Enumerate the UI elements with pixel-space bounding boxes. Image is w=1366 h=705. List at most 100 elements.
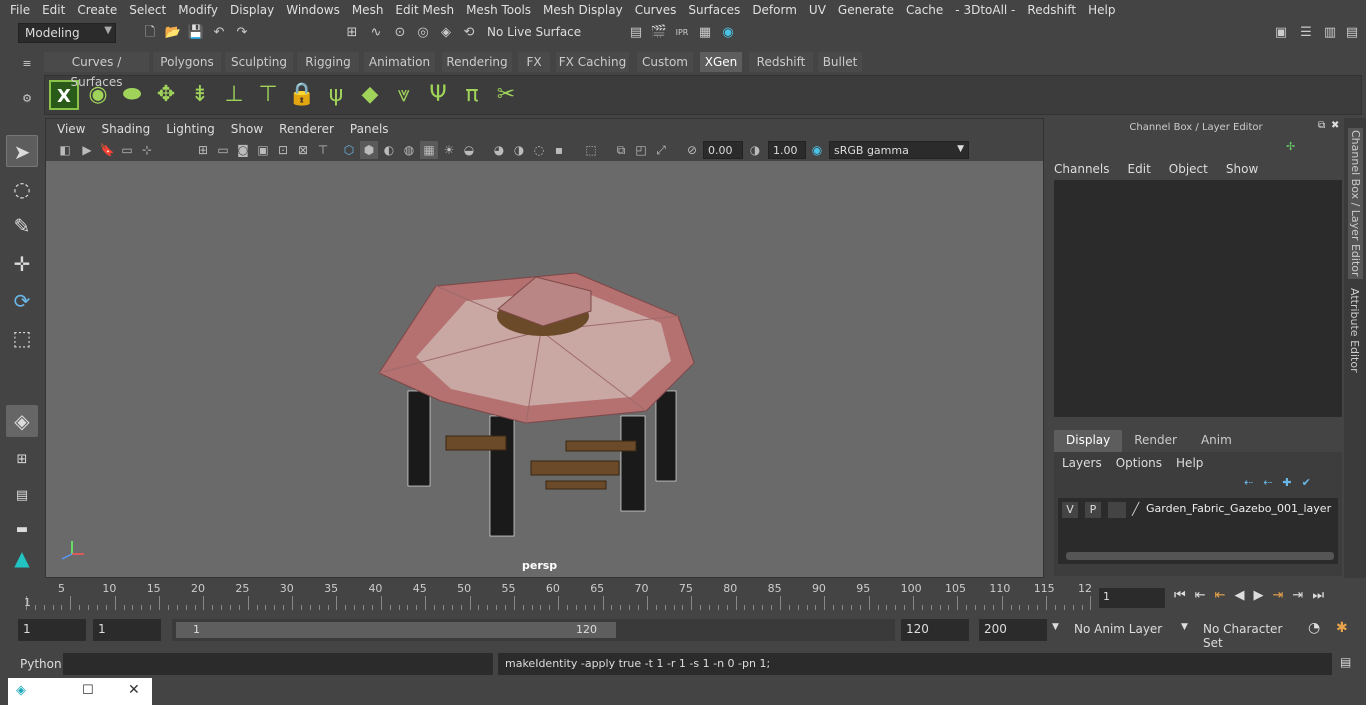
shelf-tab-fx-caching[interactable]: FX Caching [556, 52, 629, 72]
end-time-field[interactable]: 200 [979, 619, 1047, 641]
xgen-guide-shape-icon[interactable]: ψ [321, 80, 351, 110]
command-input[interactable] [63, 653, 493, 675]
select-tool-icon[interactable]: ➤ [6, 135, 38, 167]
range-slider[interactable]: 1 120 [172, 619, 895, 641]
exposure-icon[interactable]: ⊘ [683, 141, 701, 159]
anim-layer-dropdown[interactable]: No Anim Layer [1068, 619, 1176, 641]
attribute-editor-icon[interactable]: ☰ [1297, 24, 1315, 42]
xgen-density-icon[interactable]: ◆ [355, 80, 385, 110]
tab-render[interactable]: Render [1122, 430, 1189, 452]
exposure-field[interactable]: 0.00 [703, 141, 743, 159]
channel-menu-show[interactable]: Show [1226, 162, 1258, 176]
current-frame-field[interactable]: 1 [1099, 588, 1165, 608]
layer-name[interactable]: Garden_Fabric_Gazebo_001_layer [1146, 502, 1331, 515]
menu-item-mesh-tools[interactable]: Mesh Tools [460, 3, 537, 17]
menu-item-redshift[interactable]: Redshift [1021, 3, 1082, 17]
menu-item-select[interactable]: Select [123, 3, 172, 17]
render-settings-icon[interactable]: ▤ [627, 24, 645, 42]
layer-playback-toggle[interactable]: P [1085, 502, 1101, 518]
xgen-lock-guide-icon[interactable]: 🔒 [287, 80, 317, 110]
tab-display[interactable]: Display [1054, 430, 1123, 452]
shelf-tab-bullet[interactable]: Bullet [818, 52, 862, 72]
tab-anim[interactable]: Anim [1189, 430, 1244, 452]
shelf-tab-animation[interactable]: Animation [364, 52, 435, 72]
select-camera-icon[interactable]: ◧ [56, 141, 74, 159]
viewport-menu-show[interactable]: Show [223, 122, 271, 136]
xray-joints-icon[interactable]: ⧉ [612, 141, 630, 159]
move-tool-icon[interactable]: ✛ [6, 248, 38, 280]
bookmark-icon[interactable]: 🔖 [98, 141, 116, 159]
shadows-icon[interactable]: ☀ [440, 141, 458, 159]
hypershade-icon[interactable]: ◉ [719, 24, 737, 42]
multisample-icon[interactable]: ◑ [510, 141, 528, 159]
go-end-icon[interactable]: ⏭ [1312, 588, 1333, 603]
menu-item-generate[interactable]: Generate [832, 3, 900, 17]
shelf-tab-rendering[interactable]: Rendering [442, 52, 512, 72]
make-live-icon[interactable]: ⟲ [460, 24, 478, 42]
menu-item-windows[interactable]: Windows [280, 3, 346, 17]
menu-item-surfaces[interactable]: Surfaces [682, 3, 746, 17]
single-view-icon[interactable]: ◈ [6, 405, 38, 437]
layer-menu-layers[interactable]: Layers [1062, 456, 1102, 470]
xgen-bake-icon[interactable]: π [457, 80, 487, 110]
menu-item-mesh[interactable]: Mesh [346, 3, 390, 17]
frame-all-icon[interactable]: ⤢ [652, 141, 670, 159]
minimized-window[interactable]: ◈ ☐ ✕ [8, 678, 152, 705]
range-slider-handle[interactable] [176, 622, 616, 638]
menu-item-create[interactable]: Create [71, 3, 123, 17]
snap-point-icon[interactable]: ⊙ [391, 24, 409, 42]
render-view-icon[interactable]: ▦ [696, 24, 714, 42]
lasso-tool-icon[interactable]: ◌ [6, 173, 38, 205]
isolate-select-icon[interactable]: ▪ [550, 141, 568, 159]
layer-menu-help[interactable]: Help [1176, 456, 1203, 470]
chevron-down-icon[interactable]: ▼ [1181, 622, 1188, 632]
shelf-tab-custom[interactable]: Custom [637, 52, 693, 72]
xgen-groom-icon[interactable]: Ψ [423, 80, 453, 110]
channel-box-icon[interactable]: ▤ [1343, 24, 1361, 42]
manipulator-icon[interactable]: ✢ [1286, 140, 1295, 153]
viewport-menu-shading[interactable]: Shading [93, 122, 158, 136]
scale-tool-icon[interactable]: ⬚ [6, 322, 38, 354]
redo-icon[interactable]: ↷ [233, 24, 251, 42]
playback-start-field[interactable]: 1 [93, 619, 161, 641]
menu-item-cache[interactable]: Cache [900, 3, 949, 17]
rotate-tool-icon[interactable]: ⟳ [6, 285, 38, 317]
menu-item-display[interactable]: Display [224, 3, 280, 17]
chevron-down-icon[interactable]: ▼ [1052, 622, 1059, 632]
menu-item-modify[interactable]: Modify [172, 3, 224, 17]
menu-item-edit[interactable]: Edit [36, 3, 71, 17]
channel-menu-object[interactable]: Object [1169, 162, 1208, 176]
shelf-tab-polygons[interactable]: Polygons [153, 52, 221, 72]
layer-scrollbar[interactable] [1066, 552, 1334, 560]
gamma-icon[interactable]: ◑ [746, 141, 764, 159]
menu-item-edit-mesh[interactable]: Edit Mesh [389, 3, 460, 17]
open-scene-icon[interactable]: 📂 [164, 24, 182, 42]
gate-mask-icon[interactable]: ▣ [254, 141, 272, 159]
save-scene-icon[interactable]: 💾 [187, 24, 205, 42]
menu-item-curves[interactable]: Curves [629, 3, 683, 17]
menu-item--3dtoall-[interactable]: - 3DtoAll - [949, 3, 1021, 17]
menu-item-help[interactable]: Help [1082, 3, 1121, 17]
shelf-tab-curves-surfaces[interactable]: Curves / Surfaces [44, 52, 149, 89]
paint-select-icon[interactable]: ✎ [6, 210, 38, 242]
snap-curve-icon[interactable]: ∿ [367, 24, 385, 42]
xgen-cut-icon[interactable]: ✂ [491, 80, 521, 110]
start-time-field[interactable]: 1 [18, 619, 86, 641]
four-view-icon[interactable]: ⊞ [6, 444, 38, 476]
shelf-tab-xgen[interactable]: XGen [700, 52, 742, 72]
undo-icon[interactable]: ↶ [210, 24, 228, 42]
float-icon[interactable]: ⧉ [1318, 120, 1325, 131]
menu-item-deform[interactable]: Deform [746, 3, 803, 17]
step-forward-icon[interactable]: ⇥ [1292, 588, 1312, 603]
viewport-menu-lighting[interactable]: Lighting [158, 122, 223, 136]
script-editor-icon[interactable]: ▤ [1340, 655, 1351, 669]
close-icon[interactable]: ✖ [1331, 120, 1339, 131]
gamma-field[interactable]: 1.00 [768, 141, 806, 159]
grid-icon[interactable]: ⊞ [194, 141, 212, 159]
2d-pan-icon[interactable]: ⊹ [138, 141, 156, 159]
snap-view-icon[interactable]: ◎ [414, 24, 432, 42]
resolution-gate-icon[interactable]: ◙ [234, 141, 252, 159]
next-key-icon[interactable]: ⇥ [1273, 588, 1293, 603]
layer-color-swatch[interactable] [1108, 502, 1126, 518]
menu-item-mesh-display[interactable]: Mesh Display [537, 3, 629, 17]
